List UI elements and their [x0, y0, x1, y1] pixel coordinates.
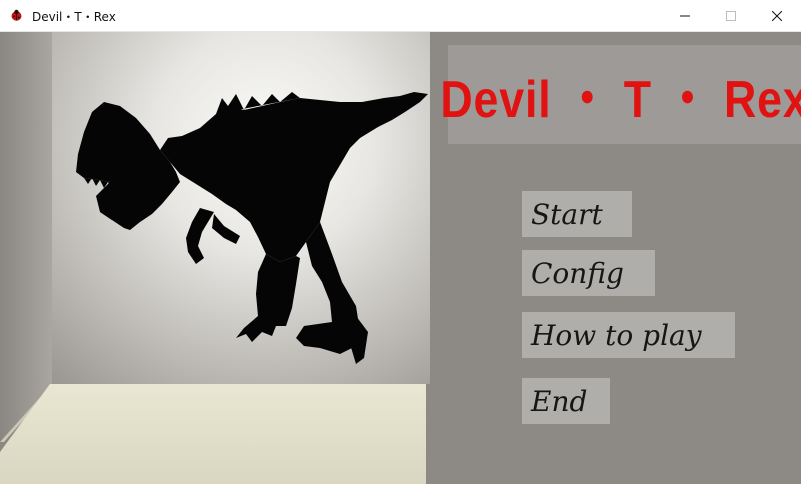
title-banner: Devil ・ T ・ Rex — [440, 45, 801, 144]
red-beetle-icon — [11, 9, 22, 21]
game-viewport[interactable]: Devil ・ T ・ Rex Start Config How to play… — [0, 32, 801, 484]
maximize-button[interactable] — [708, 0, 754, 32]
window-title: Devil・T・Rex — [32, 10, 116, 24]
floor — [0, 384, 430, 484]
left-wall — [0, 32, 52, 442]
end-button[interactable]: End — [522, 378, 610, 424]
minimize-icon — [680, 15, 690, 17]
close-icon — [772, 11, 782, 21]
floor-corner-shadow — [426, 384, 432, 484]
config-button[interactable]: Config — [522, 250, 655, 296]
game-title: Devil ・ T ・ Rex — [440, 71, 801, 129]
minimize-button[interactable] — [662, 0, 708, 32]
how-to-play-button[interactable]: How to play — [522, 312, 735, 358]
start-button[interactable]: Start — [522, 191, 632, 237]
window-titlebar[interactable]: Devil・T・Rex — [0, 0, 801, 32]
maximize-icon — [726, 11, 736, 21]
close-button[interactable] — [754, 0, 800, 32]
